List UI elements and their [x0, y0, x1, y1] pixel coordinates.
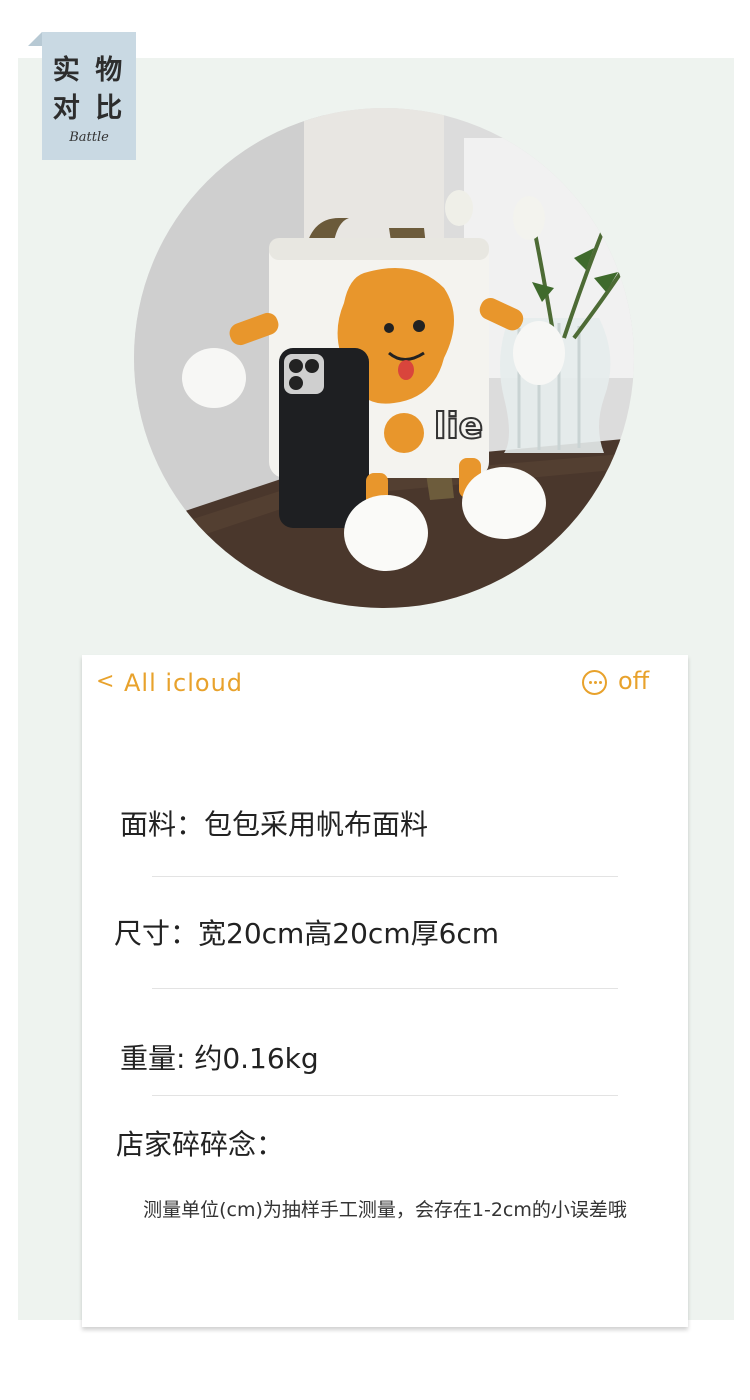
nav-title[interactable]: All icloud [124, 669, 243, 697]
size-spec: 尺寸：宽20cm高20cm厚6cm [114, 917, 500, 950]
ellipsis-circle-icon[interactable] [582, 670, 607, 695]
product-photo: lie [134, 108, 634, 608]
badge-line-2: 对 比 [52, 93, 126, 124]
badge-line-3: Battle [69, 130, 109, 145]
weight-spec: 重量: 约0.16kg [120, 1042, 319, 1075]
comparison-badge: 实 物 对 比 Battle [28, 32, 136, 160]
notes-heading: 店家碎碎念： [116, 1128, 285, 1161]
back-chevron-icon[interactable]: < [96, 669, 114, 694]
material-spec: 面料：包包采用帆布面料 [120, 808, 429, 841]
svg-text:lie: lie [434, 406, 483, 447]
badge-line-1: 实 物 [52, 55, 126, 86]
notes-text: 测量单位(cm)为抽样手工测量，会存在1-2cm的小误差哦 [143, 1199, 627, 1221]
divider [152, 1095, 618, 1096]
product-photo-illustration: lie [134, 108, 634, 608]
spec-card: < All icloud off 面料：包包采用帆布面料 尺寸：宽20cm高20… [82, 655, 688, 1327]
off-label[interactable]: off [618, 667, 649, 695]
divider [152, 876, 618, 877]
divider [152, 988, 618, 989]
